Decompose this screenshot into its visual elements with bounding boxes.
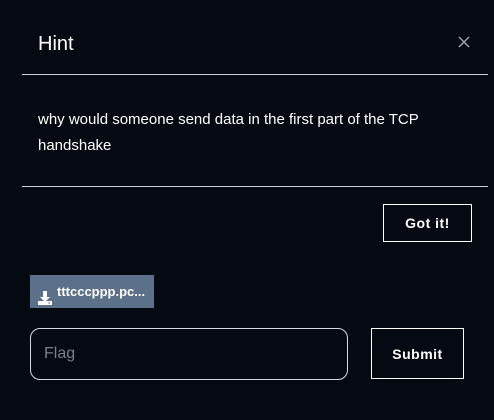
modal-header: Hint bbox=[22, 0, 488, 75]
close-icon[interactable] bbox=[456, 34, 472, 50]
file-name-label: tttcccppp.pc... bbox=[57, 284, 146, 299]
modal-body: why would someone send data in the first… bbox=[22, 75, 488, 187]
submit-button[interactable]: Submit bbox=[371, 328, 464, 379]
got-it-button[interactable]: Got it! bbox=[383, 204, 472, 242]
flag-input[interactable] bbox=[30, 328, 348, 380]
hint-text: why would someone send data in the first… bbox=[38, 111, 419, 154]
hint-modal: Hint why would someone send data in the … bbox=[0, 0, 494, 420]
modal-title: Hint bbox=[38, 33, 74, 55]
download-icon bbox=[38, 284, 52, 306]
file-download-button[interactable]: tttcccppp.pc... bbox=[30, 275, 154, 308]
